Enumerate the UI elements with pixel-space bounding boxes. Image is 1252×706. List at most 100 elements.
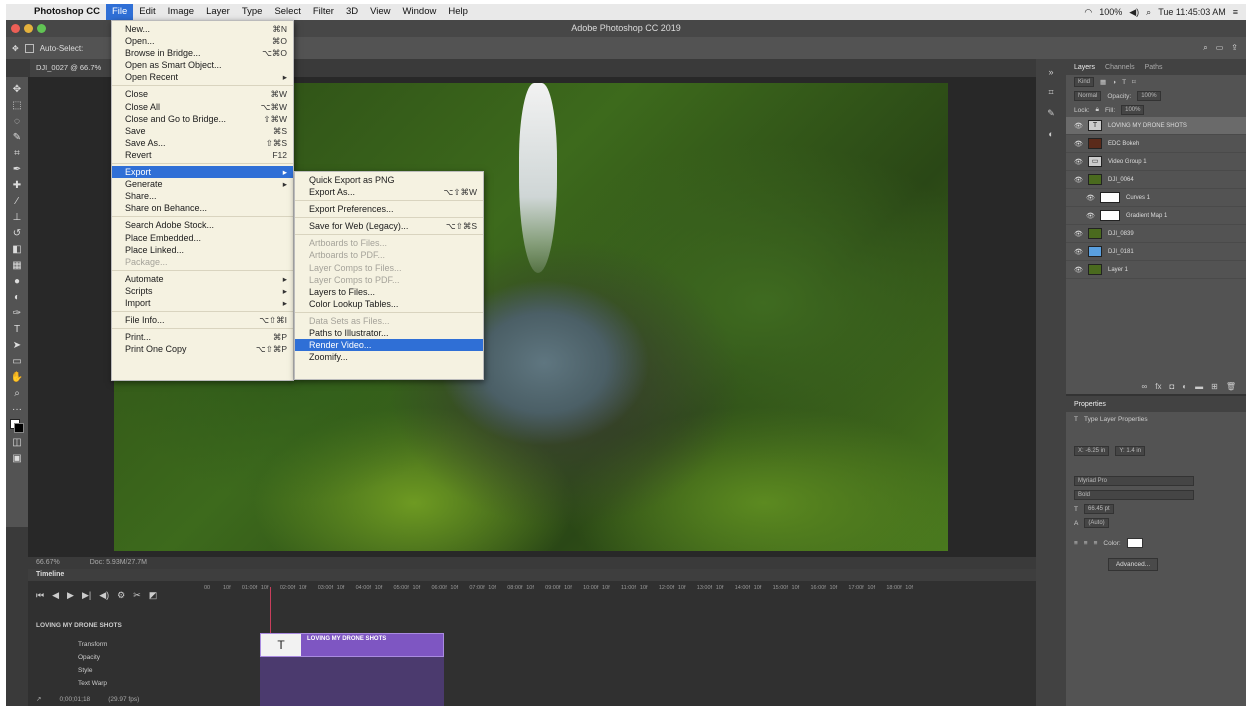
- brush-settings-icon[interactable]: ✎: [1047, 108, 1055, 119]
- file-menu-item-scripts[interactable]: Scripts ▸: [112, 285, 293, 297]
- link-icon[interactable]: ∞: [1142, 382, 1148, 391]
- screen-mode-icon[interactable]: ▣: [10, 452, 24, 465]
- filter-adjust-icon[interactable]: ◑: [1112, 79, 1116, 86]
- layer-row[interactable]: 👁︎ EDC Bokeh: [1066, 135, 1246, 153]
- stamp-tool-icon[interactable]: ⊥: [10, 211, 24, 224]
- history-icon[interactable]: ⌗: [1048, 87, 1053, 98]
- workspace-icon[interactable]: ▭: [1216, 43, 1224, 53]
- hand-tool-icon[interactable]: ✋: [10, 371, 24, 384]
- next-frame-icon[interactable]: ▶|: [82, 590, 91, 601]
- visibility-eye-icon[interactable]: 👁︎: [1074, 230, 1083, 238]
- track-prop-text-warp[interactable]: Text Warp: [28, 677, 204, 690]
- track-prop-opacity[interactable]: Opacity: [28, 651, 204, 664]
- healing-tool-icon[interactable]: ✚: [10, 179, 24, 192]
- filter-type-icon[interactable]: T: [1122, 79, 1126, 86]
- folder-icon[interactable]: ▬: [1195, 382, 1203, 391]
- layer-row[interactable]: 👁︎ DJI_0064: [1066, 171, 1246, 189]
- menu-type[interactable]: Type: [236, 4, 269, 20]
- clock[interactable]: Tue 11:45:03 AM: [1158, 7, 1226, 17]
- export-menu-item-export-as[interactable]: Export As... ⌥⇧⌘W: [295, 186, 483, 198]
- gradient-tool-icon[interactable]: ▦: [10, 259, 24, 272]
- align-center-icon[interactable]: ≡: [1084, 540, 1088, 547]
- trash-icon[interactable]: 🗑︎: [1226, 382, 1236, 391]
- fill-field[interactable]: 100%: [1121, 105, 1145, 115]
- font-style-select[interactable]: Bold: [1074, 490, 1194, 500]
- minimize-window-icon[interactable]: [24, 24, 33, 33]
- move-tool-icon[interactable]: ✥: [10, 83, 24, 96]
- menu-filter[interactable]: Filter: [307, 4, 340, 20]
- track-name[interactable]: LOVING MY DRONE SHOTS: [28, 619, 204, 632]
- y-field[interactable]: Y: 1.4 in: [1115, 446, 1146, 456]
- mask-icon[interactable]: ◘: [1169, 382, 1174, 391]
- file-menu-item-place-linked[interactable]: Place Linked...: [112, 244, 293, 256]
- kind-filter[interactable]: Kind: [1074, 77, 1095, 87]
- menu-image[interactable]: Image: [162, 4, 200, 20]
- search-icon[interactable]: ⌕: [1146, 7, 1151, 18]
- menu-photoshop[interactable]: Photoshop CC: [28, 4, 106, 20]
- visibility-eye-icon[interactable]: 👁︎: [1074, 266, 1083, 274]
- close-window-icon[interactable]: [11, 24, 20, 33]
- share-icon[interactable]: ⇪: [1231, 43, 1238, 53]
- split-icon[interactable]: ✂: [133, 590, 141, 601]
- layer-row[interactable]: 👁︎ T LOVING MY DRONE SHOTS: [1066, 117, 1246, 135]
- fx-icon[interactable]: fx: [1155, 382, 1161, 391]
- visibility-eye-icon[interactable]: 👁︎: [1086, 194, 1095, 202]
- tab-layers[interactable]: Layers: [1074, 64, 1095, 71]
- layer-row[interactable]: 👁︎ Curves 1: [1066, 189, 1246, 207]
- file-menu-item-new[interactable]: New... ⌘N: [112, 23, 293, 35]
- menu-layer[interactable]: Layer: [200, 4, 236, 20]
- wifi-icon[interactable]: ◠: [1084, 7, 1092, 18]
- filter-pixel-icon[interactable]: ▦: [1100, 78, 1106, 86]
- x-field[interactable]: X: -6.25 in: [1074, 446, 1110, 456]
- color-swatch[interactable]: [1126, 538, 1143, 548]
- visibility-eye-icon[interactable]: 👁︎: [1074, 158, 1083, 166]
- text-clip[interactable]: T LOVING MY DRONE SHOTS: [260, 633, 444, 657]
- export-menu-item-quick-export-as-png[interactable]: Quick Export as PNG: [295, 174, 483, 186]
- align-left-icon[interactable]: ≡: [1074, 540, 1078, 547]
- eraser-tool-icon[interactable]: ◧: [10, 243, 24, 256]
- file-menu-item-print-one-copy[interactable]: Print One Copy ⌥⇧⌘P: [112, 343, 293, 355]
- menu-3d[interactable]: 3D: [340, 4, 364, 20]
- file-menu-item-close-all[interactable]: Close All ⌥⌘W: [112, 101, 293, 113]
- export-menu-item-save-for-web-legacy[interactable]: Save for Web (Legacy)... ⌥⇧⌘S: [295, 220, 483, 232]
- menu-list-icon[interactable]: ≡: [1233, 7, 1238, 17]
- file-menu-item-share-on-behance[interactable]: Share on Behance...: [112, 202, 293, 214]
- export-menu-item-render-video[interactable]: Render Video...: [295, 339, 483, 352]
- export-menu-item-export-preferences[interactable]: Export Preferences...: [295, 203, 483, 215]
- file-menu-item-save[interactable]: Save ⌘S: [112, 125, 293, 137]
- prev-frame-icon[interactable]: ◀: [52, 590, 59, 601]
- opacity-field[interactable]: 100%: [1137, 91, 1161, 101]
- layer-row[interactable]: 👁︎ Gradient Map 1: [1066, 207, 1246, 225]
- export-menu-item-layers-to-files[interactable]: Layers to Files...: [295, 286, 483, 298]
- eyedropper-tool-icon[interactable]: ✒: [10, 163, 24, 176]
- menu-edit[interactable]: Edit: [133, 4, 161, 20]
- file-menu-item-share[interactable]: Share...: [112, 190, 293, 202]
- file-menu-item-export[interactable]: Export ▸: [112, 166, 293, 179]
- visibility-eye-icon[interactable]: 👁︎: [1074, 248, 1083, 256]
- advanced-button[interactable]: Advanced...: [1108, 558, 1158, 571]
- file-menu-item-browse-in-bridge[interactable]: Browse in Bridge... ⌥⌘O: [112, 47, 293, 59]
- battery-label[interactable]: 100%: [1099, 7, 1122, 17]
- quick-select-tool-icon[interactable]: ✎: [10, 131, 24, 144]
- auto-select-checkbox[interactable]: [24, 43, 34, 53]
- file-menu-item-automate[interactable]: Automate ▸: [112, 273, 293, 285]
- layer-row[interactable]: 👁︎ DJI_0181: [1066, 243, 1246, 261]
- align-right-icon[interactable]: ≡: [1094, 540, 1098, 547]
- adjustments-icon[interactable]: ◐: [1048, 129, 1053, 139]
- dodge-tool-icon[interactable]: ◐: [10, 291, 24, 304]
- visibility-eye-icon[interactable]: 👁︎: [1074, 140, 1083, 148]
- move-tool-icon[interactable]: ✥: [12, 44, 19, 53]
- history-brush-icon[interactable]: ↺: [10, 227, 24, 240]
- layer-row[interactable]: 👁︎ ▭ Video Group 1: [1066, 153, 1246, 171]
- zoom-window-icon[interactable]: [37, 24, 46, 33]
- quick-mask-icon[interactable]: ◫: [10, 436, 24, 449]
- timeline-ruler[interactable]: 00 10f 01:00f 10f 02:00f 10f 03:00f 10f 04:00f 10…: [204, 585, 924, 599]
- visibility-eye-icon[interactable]: 👁︎: [1086, 212, 1095, 220]
- blend-mode-select[interactable]: Normal: [1074, 91, 1102, 101]
- file-menu-item-close[interactable]: Close ⌘W: [112, 88, 293, 100]
- track-prop-transform[interactable]: Transform: [28, 638, 204, 651]
- properties-tab[interactable]: Properties: [1074, 401, 1106, 408]
- file-menu-item-save-as[interactable]: Save As... ⇧⌘S: [112, 137, 293, 149]
- first-frame-icon[interactable]: ⏮: [36, 590, 44, 601]
- shape-tool-icon[interactable]: ▭: [10, 355, 24, 368]
